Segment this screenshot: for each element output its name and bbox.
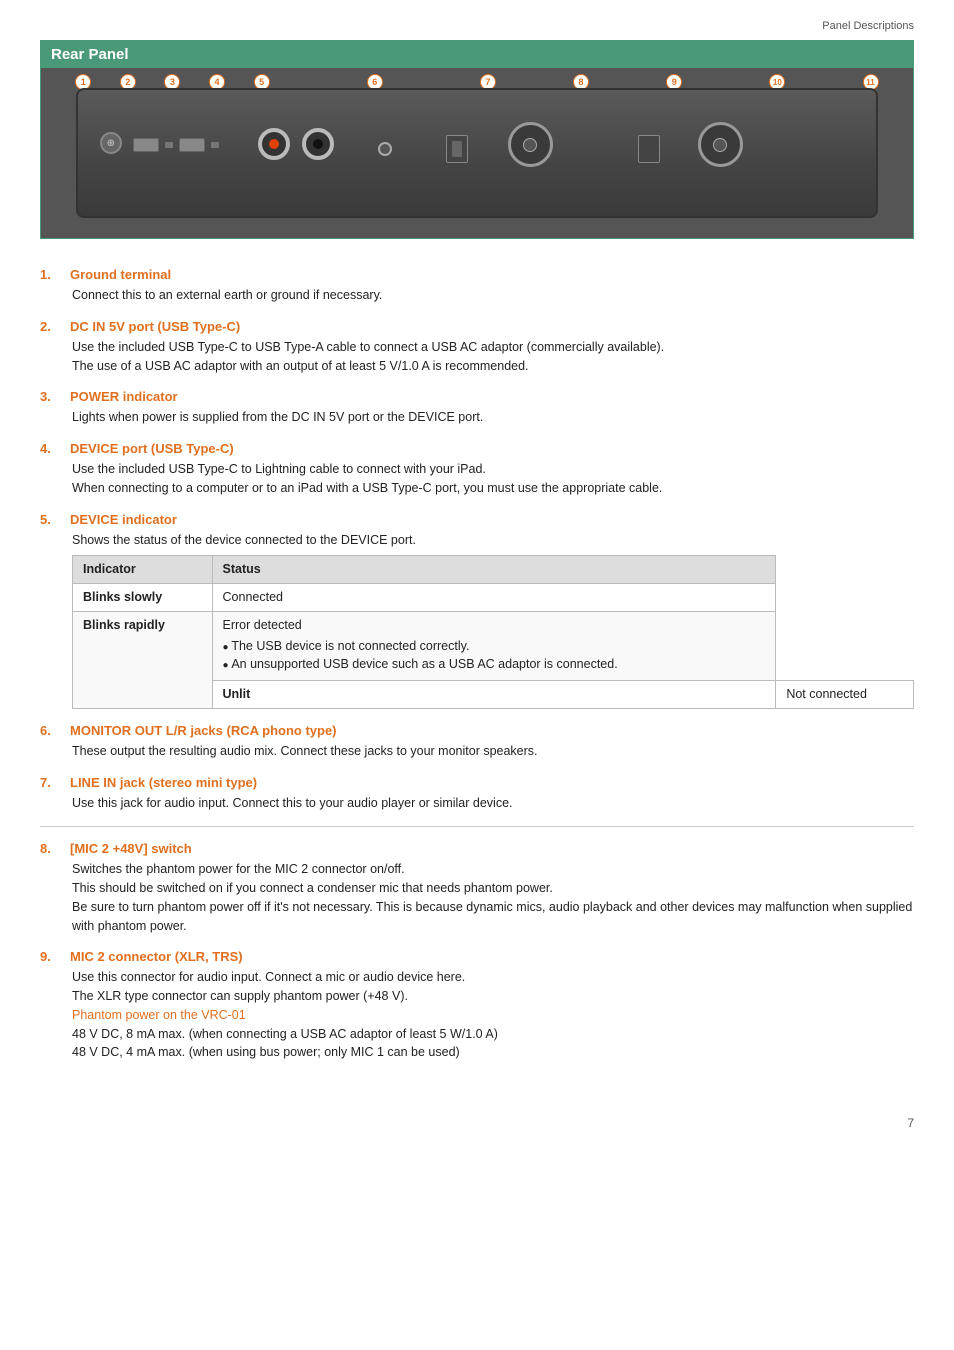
item-3-heading: 3. POWER indicator [40, 389, 914, 404]
status-not-connected: Not connected [776, 681, 914, 709]
descriptions-content: 1. Ground terminal Connect this to an ex… [40, 257, 914, 1086]
rear-panel-diagram: 1 2 3 4 5 6 [41, 68, 913, 238]
item-4-title: DEVICE port (USB Type-C) [70, 441, 234, 456]
power-indicator [165, 142, 173, 148]
item-6: 6. MONITOR OUT L/R jacks (RCA phono type… [40, 723, 914, 761]
usb-device [179, 138, 205, 152]
item-5-heading: 5. DEVICE indicator [40, 512, 914, 527]
item-3: 3. POWER indicator Lights when power is … [40, 389, 914, 427]
item-7-title: LINE IN jack (stereo mini type) [70, 775, 257, 790]
item-1-heading: 1. Ground terminal [40, 267, 914, 282]
item-5-title: DEVICE indicator [70, 512, 177, 527]
item-2-body: Use the included USB Type-C to USB Type-… [40, 338, 914, 376]
table-header-indicator: Indicator [73, 556, 213, 584]
item-1: 1. Ground terminal Connect this to an ex… [40, 267, 914, 305]
rca-pair [258, 128, 334, 160]
table-row-blinks-rapidly: Blinks rapidly Error detected The USB de… [73, 611, 914, 680]
item-2-title: DC IN 5V port (USB Type-C) [70, 319, 240, 334]
phantom-power-link[interactable]: Phantom power on the VRC-01 [72, 1008, 246, 1022]
item-4-num: 4. [40, 441, 64, 456]
device-indicator [211, 142, 219, 148]
item-9-title: MIC 2 connector (XLR, TRS) [70, 949, 243, 964]
item-2: 2. DC IN 5V port (USB Type-C) Use the in… [40, 319, 914, 376]
item-7-num: 7. [40, 775, 64, 790]
item-8-body: Switches the phantom power for the MIC 2… [40, 860, 914, 935]
switch-48v-mic1 [638, 135, 660, 163]
item-2-num: 2. [40, 319, 64, 334]
item-6-title: MONITOR OUT L/R jacks (RCA phono type) [70, 723, 337, 738]
rear-panel-section: Rear Panel 1 2 3 4 5 [40, 40, 914, 239]
item-6-heading: 6. MONITOR OUT L/R jacks (RCA phono type… [40, 723, 914, 738]
item-9: 9. MIC 2 connector (XLR, TRS) Use this c… [40, 949, 914, 1062]
error-bullet-2: An unsupported USB device such as a USB … [223, 655, 766, 674]
section-label: Panel Descriptions [822, 20, 914, 32]
indicator-unlit: Unlit [212, 681, 776, 709]
usb-dc-in [133, 138, 159, 152]
item-1-body: Connect this to an external earth or gro… [40, 286, 914, 305]
xlr-mic2 [508, 122, 553, 167]
page-header: Panel Descriptions [40, 20, 914, 32]
item-5-text: Shows the status of the device connected… [72, 533, 416, 547]
rca-left-inner [269, 139, 279, 149]
item-2-heading: 2. DC IN 5V port (USB Type-C) [40, 319, 914, 334]
item-5: 5. DEVICE indicator Shows the status of … [40, 512, 914, 709]
mini-jack [378, 142, 392, 156]
rca-right-inner [313, 139, 323, 149]
item-7-body: Use this jack for audio input. Connect t… [40, 794, 914, 813]
error-bullet-list: The USB device is not connected correctl… [223, 637, 766, 675]
item-4-heading: 4. DEVICE port (USB Type-C) [40, 441, 914, 456]
item-6-body: These output the resulting audio mix. Co… [40, 742, 914, 761]
indicator-blinks-slowly: Blinks slowly [73, 584, 213, 612]
item-1-num: 1. [40, 267, 64, 282]
error-bullet-1: The USB device is not connected correctl… [223, 637, 766, 656]
item-7-heading: 7. LINE IN jack (stereo mini type) [40, 775, 914, 790]
item-8-title: [MIC 2 +48V] switch [70, 841, 192, 856]
item-8-heading: 8. [MIC 2 +48V] switch [40, 841, 914, 856]
item-9-heading: 9. MIC 2 connector (XLR, TRS) [40, 949, 914, 964]
status-connected: Connected [212, 584, 776, 612]
item-9-text: Use this connector for audio input. Conn… [72, 970, 465, 1003]
item-9-num: 9. [40, 949, 64, 964]
rca-left [258, 128, 290, 160]
usb-pair [133, 138, 219, 152]
item-4: 4. DEVICE port (USB Type-C) Use the incl… [40, 441, 914, 498]
table-row-blinks-slowly: Blinks slowly Connected [73, 584, 914, 612]
item-8-text: Switches the phantom power for the MIC 2… [72, 862, 912, 932]
device-body: ⊕ [76, 88, 878, 218]
item-8: 8. [MIC 2 +48V] switch Switches the phan… [40, 841, 914, 935]
item-4-text: Use the included USB Type-C to Lightning… [72, 462, 662, 495]
section-title: Rear Panel [41, 41, 913, 68]
item-4-body: Use the included USB Type-C to Lightning… [40, 460, 914, 498]
page-number: 7 [40, 1116, 914, 1130]
rca-right [302, 128, 334, 160]
item-7: 7. LINE IN jack (stereo mini type) Use t… [40, 775, 914, 813]
switch-body [452, 141, 462, 157]
divider-7-8 [40, 826, 914, 827]
item-9-extra: 48 V DC, 8 mA max. (when connecting a US… [72, 1027, 498, 1060]
item-9-body: Use this connector for audio input. Conn… [40, 968, 914, 1062]
item-5-body: Shows the status of the device connected… [40, 531, 914, 709]
item-3-title: POWER indicator [70, 389, 178, 404]
item-8-num: 8. [40, 841, 64, 856]
indicator-blinks-rapidly: Blinks rapidly [73, 611, 213, 708]
status-error: Error detected The USB device is not con… [212, 611, 776, 680]
xlr2-center [713, 138, 727, 152]
item-3-num: 3. [40, 389, 64, 404]
item-6-num: 6. [40, 723, 64, 738]
table-header-status: Status [212, 556, 776, 584]
item-5-num: 5. [40, 512, 64, 527]
ground-connector: ⊕ [100, 132, 122, 154]
item-2-text: Use the included USB Type-C to USB Type-… [72, 340, 664, 373]
item-1-title: Ground terminal [70, 267, 171, 282]
xlr-mic1 [698, 122, 743, 167]
switch-48v-mic2 [446, 135, 468, 163]
device-status-table: Indicator Status Blinks slowly Connected… [72, 555, 914, 709]
item-3-body: Lights when power is supplied from the D… [40, 408, 914, 427]
xlr-center [523, 138, 537, 152]
